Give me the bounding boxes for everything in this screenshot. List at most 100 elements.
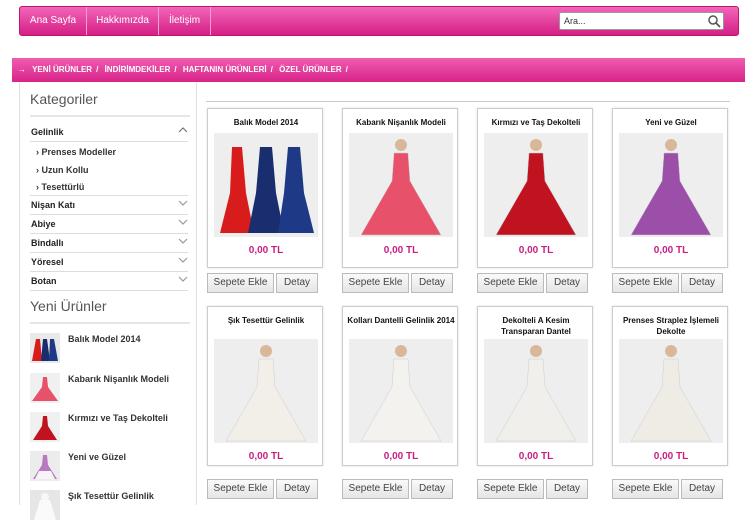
category-gelinlik[interactable]: Gelinlik xyxy=(31,127,188,137)
category-botan[interactable]: Botan xyxy=(31,276,188,286)
add-to-cart-button[interactable]: Sepete Ekle xyxy=(207,479,274,499)
product-image-frame[interactable] xyxy=(214,133,318,237)
category-nisan-kati[interactable]: Nişan Katı xyxy=(31,200,188,210)
product-image-frame[interactable] xyxy=(349,133,453,237)
add-to-cart-button[interactable]: Sepete Ekle xyxy=(612,479,679,499)
new-product-item[interactable]: Balık Model 2014 xyxy=(30,333,190,373)
product-title[interactable]: Dekolteli A Kesim Transparan Dantel xyxy=(482,315,590,337)
product-price: 0,00 TL xyxy=(248,451,284,462)
details-button[interactable]: Detay xyxy=(546,273,588,293)
add-to-cart-button[interactable]: Sepete Ekle xyxy=(342,479,409,499)
divider xyxy=(30,290,188,291)
new-products-title: Yeni Ürünler xyxy=(30,298,107,314)
details-button[interactable]: Detay xyxy=(681,479,723,499)
product-title[interactable]: Şık Tesettür Gelinlik xyxy=(212,315,320,326)
details-button[interactable]: Detay xyxy=(546,479,588,499)
new-product-item[interactable]: Yeni ve Güzel xyxy=(30,451,190,491)
product-image xyxy=(619,133,723,237)
breadcrumb-discounted[interactable]: İNDİRİMDEKİLER xyxy=(105,65,171,74)
product-title[interactable]: Kırmızı ve Taş Dekolteli xyxy=(482,117,590,128)
product-thumbnail xyxy=(30,373,60,403)
details-button[interactable]: Detay xyxy=(411,273,453,293)
category-label: Bindallı xyxy=(31,238,64,248)
top-navigation-bar: Ana Sayfa Hakkımızda İletişim Ara... xyxy=(19,6,739,36)
breadcrumb-new-products[interactable]: YENİ ÜRÜNLER xyxy=(32,65,92,74)
divider xyxy=(30,195,188,196)
details-button[interactable]: Detay xyxy=(276,479,318,499)
chevron-down-icon xyxy=(178,200,188,206)
new-product-item[interactable]: Kırmızı ve Taş Dekolteli xyxy=(30,412,190,452)
bullet-icon: › xyxy=(36,147,39,157)
product-title[interactable]: Prenses Straplez İşlemeli Dekolte xyxy=(617,315,725,337)
divider xyxy=(30,214,188,215)
subcategory-label: Uzun Kollu xyxy=(41,165,89,175)
new-product-name: Yeni ve Güzel xyxy=(68,452,127,462)
product-card-kabarik-nisanlik[interactable]: Kabarık Nişanlık Modeli 0,00 TL xyxy=(342,108,458,268)
category-abiye[interactable]: Abiye xyxy=(31,219,188,229)
product-image-frame[interactable] xyxy=(349,339,453,443)
product-thumbnail xyxy=(30,451,60,481)
subcategory-tesetturlu[interactable]: › Tesettürlü xyxy=(36,182,84,192)
product-card-balik-model[interactable]: Balık Model 2014 0,00 TL xyxy=(207,108,323,268)
product-image xyxy=(214,339,318,443)
subcategory-uzun-kollu[interactable]: › Uzun Kollu xyxy=(36,165,89,175)
product-image-frame[interactable] xyxy=(619,339,723,443)
product-card-sik-tesettur[interactable]: Şık Tesettür Gelinlik 0,00 TL xyxy=(207,306,323,466)
product-image xyxy=(214,133,318,237)
add-to-cart-button[interactable]: Sepete Ekle xyxy=(477,273,544,293)
content-divider xyxy=(206,101,730,102)
details-button[interactable]: Detay xyxy=(276,273,318,293)
new-product-item[interactable]: Şık Tesettür Gelinlik xyxy=(30,490,190,530)
bullet-icon: › xyxy=(36,165,39,175)
breadcrumb-special[interactable]: ÖZEL ÜRÜNLER xyxy=(279,65,342,74)
product-title[interactable]: Kolları Dantelli Gelinlik 2014 xyxy=(347,315,455,326)
product-price: 0,00 TL xyxy=(653,451,689,462)
search-placeholder: Ara... xyxy=(564,16,586,26)
new-product-item[interactable]: Kabarık Nişanlık Modeli xyxy=(30,373,190,413)
chevron-down-icon xyxy=(178,238,188,244)
product-title[interactable]: Yeni ve Güzel xyxy=(617,117,725,128)
subcategory-label: Tesettürlü xyxy=(41,182,85,192)
new-product-name: Kırmızı ve Taş Dekolteli xyxy=(68,413,168,423)
add-to-cart-button[interactable]: Sepete Ekle xyxy=(342,273,409,293)
category-bindalli[interactable]: Bindallı xyxy=(31,238,188,248)
category-label: Gelinlik xyxy=(31,127,64,137)
categories-title: Kategoriler xyxy=(30,91,98,107)
search-input[interactable]: Ara... xyxy=(559,12,724,30)
product-card-prenses-straplez[interactable]: Prenses Straplez İşlemeli Dekolte 0,00 TL xyxy=(612,306,728,466)
product-image-frame[interactable] xyxy=(484,133,588,237)
category-label: Nişan Katı xyxy=(31,200,76,210)
details-button[interactable]: Detay xyxy=(681,273,723,293)
add-to-cart-button[interactable]: Sepete Ekle xyxy=(612,273,679,293)
product-card-dekolteli-a-kesim[interactable]: Dekolteli A Kesim Transparan Dantel 0,00 … xyxy=(477,306,593,466)
product-image-frame[interactable] xyxy=(214,339,318,443)
nav-home-link[interactable]: Ana Sayfa xyxy=(20,7,87,35)
nav-contact-link[interactable]: İletişim xyxy=(159,7,211,35)
search-icon[interactable] xyxy=(707,14,721,28)
product-image xyxy=(484,339,588,443)
product-title[interactable]: Kabarık Nişanlık Modeli xyxy=(347,117,455,128)
product-price: 0,00 TL xyxy=(248,245,284,256)
product-image-frame[interactable] xyxy=(619,133,723,237)
product-card-kollari-dantelli[interactable]: Kolları Dantelli Gelinlik 2014 0,00 TL xyxy=(342,306,458,466)
subcategory-prenses[interactable]: › Prenses Modeller xyxy=(36,147,116,157)
category-yoresel[interactable]: Yöresel xyxy=(31,257,188,267)
add-to-cart-button[interactable]: Sepete Ekle xyxy=(207,273,274,293)
breadcrumb-weekly[interactable]: HAFTANIN ÜRÜNLERİ xyxy=(183,65,267,74)
details-button[interactable]: Detay xyxy=(411,479,453,499)
divider xyxy=(30,115,190,117)
product-title[interactable]: Balık Model 2014 xyxy=(212,117,320,128)
product-card-yeni-guzel[interactable]: Yeni ve Güzel 0,00 TL xyxy=(612,108,728,268)
product-price: 0,00 TL xyxy=(518,451,554,462)
add-to-cart-button[interactable]: Sepete Ekle xyxy=(477,479,544,499)
product-card-kirmizi-tas[interactable]: Kırmızı ve Taş Dekolteli 0,00 TL xyxy=(477,108,593,268)
nav-about-link[interactable]: Hakkımızda xyxy=(87,7,159,35)
new-product-name: Balık Model 2014 xyxy=(68,334,141,344)
category-label: Abiye xyxy=(31,219,56,229)
divider xyxy=(30,233,188,234)
category-label: Botan xyxy=(31,276,57,286)
product-image xyxy=(484,133,588,237)
product-image-frame[interactable] xyxy=(484,339,588,443)
product-thumbnail xyxy=(30,490,60,520)
product-price: 0,00 TL xyxy=(383,245,419,256)
